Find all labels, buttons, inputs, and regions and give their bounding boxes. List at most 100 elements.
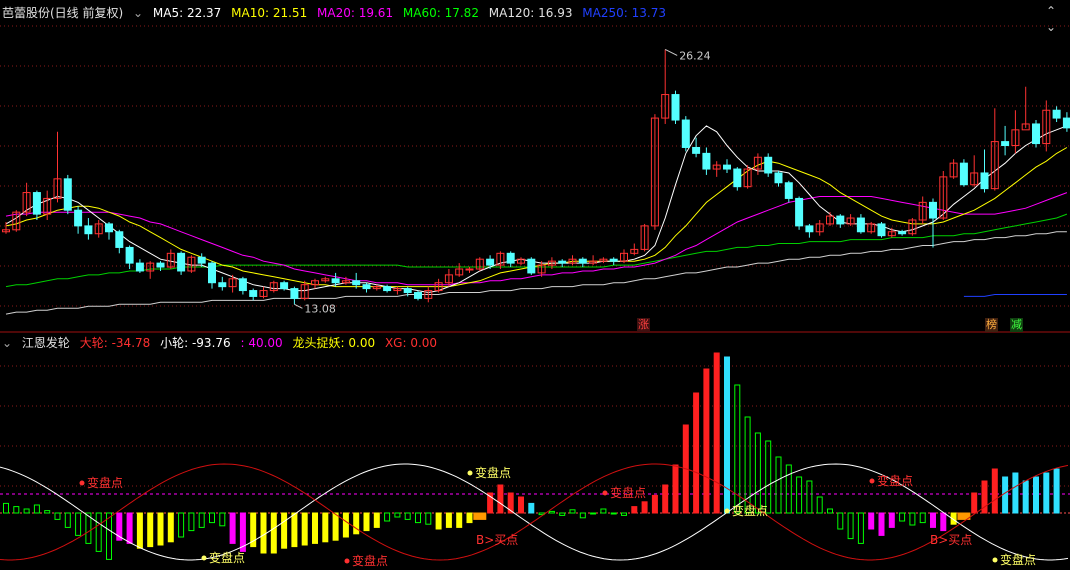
turn-point-label: 变盘点 — [610, 485, 646, 500]
indicator-bar — [75, 512, 82, 536]
candle-body — [1052, 109, 1061, 119]
candle-body — [671, 94, 680, 121]
indicator-bar — [662, 484, 669, 514]
indicator-bar — [579, 512, 586, 519]
stock-title[interactable]: 芭蕾股份(日线 前复权) — [2, 6, 123, 20]
indicator-bar — [44, 510, 51, 514]
indicator-bar — [930, 512, 936, 528]
turn-point-label-dot — [992, 557, 998, 563]
candle-body — [558, 260, 567, 264]
low-marker-label: 13.08 — [304, 302, 336, 315]
settings-dropdown-icon[interactable]: ⌄ — [133, 6, 143, 20]
indicator-threshold: : 40.00 — [240, 336, 283, 350]
indicator-bar — [806, 480, 813, 514]
candle-body — [74, 209, 83, 227]
indicator-bar — [919, 512, 926, 524]
indicator-bar — [353, 512, 360, 535]
candle-body — [331, 278, 340, 284]
candle-body — [249, 290, 258, 297]
candle-body — [506, 252, 515, 264]
indicator-bar — [909, 512, 916, 526]
indicator-bar — [641, 501, 648, 514]
indicator-bar — [631, 506, 638, 514]
candle-body — [238, 278, 247, 292]
indicator-bar — [1012, 472, 1019, 514]
indicator-menu-icon[interactable]: ⌄ — [2, 336, 12, 350]
indicator-bar — [404, 512, 411, 520]
indicator-bar — [188, 512, 195, 532]
indicator-bar — [971, 492, 978, 514]
indicator-bar — [363, 512, 370, 532]
ma250-line — [963, 294, 1067, 297]
candle-body — [63, 178, 72, 211]
indicator-bar — [693, 392, 700, 514]
indicator-bar — [991, 468, 998, 514]
indicator-bar — [332, 512, 339, 541]
indicator-bar — [816, 496, 823, 514]
collapse-up-icon[interactable]: ⌃ — [1046, 4, 1056, 18]
indicator-bar — [713, 352, 720, 514]
signal-rank[interactable]: 榜 — [985, 318, 998, 332]
indicator-bar — [3, 502, 9, 514]
indicator-bar — [600, 508, 607, 514]
signal-reduce[interactable]: 减 — [1010, 318, 1023, 332]
high-marker-label: 26.24 — [679, 49, 711, 62]
indicator-bar — [95, 512, 102, 552]
turn-point-label: 变盘点 — [87, 475, 123, 490]
indicator-bar — [785, 464, 792, 514]
indicator-bar — [229, 512, 236, 544]
indicator-bar — [126, 512, 133, 544]
ma120-label: MA120: 16.93 — [488, 6, 573, 20]
turn-point-label: 变盘点 — [352, 553, 388, 568]
candle-body — [486, 258, 495, 266]
candle-body — [1001, 141, 1010, 147]
buy-point-label: B>买点 — [930, 533, 972, 547]
indicator-header: ⌄ 江恩发轮 大轮: -34.78 小轮: -93.76 : 40.00 龙头捉… — [2, 334, 443, 352]
indicator-bar — [435, 512, 442, 530]
indicator-bar — [64, 512, 71, 528]
indicator-bar — [322, 512, 329, 543]
indicator-bar — [1022, 480, 1029, 514]
kline-chart[interactable]: 26.2413.08变盘点变盘点 变盘点变盘点变盘点变盘点变盘点变盘点B>买点 B>… — [0, 0, 1070, 570]
candle-body — [980, 172, 989, 190]
indicator-bar — [672, 464, 679, 514]
indicator-bar — [167, 512, 174, 543]
indicator-bar — [775, 456, 782, 514]
indicator-bar — [384, 512, 391, 522]
turn-point-label: 变盘点 — [877, 473, 913, 488]
candle-body — [177, 252, 186, 272]
signal-up[interactable]: 涨 — [637, 318, 650, 332]
indicator-bar — [1033, 476, 1039, 514]
turn-point-label-dot — [344, 558, 350, 564]
candle-body — [578, 258, 587, 264]
indicator-bar — [198, 512, 205, 528]
main-header: 芭蕾股份(日线 前复权) ⌄ MA5: 22.37 MA10: 21.51 MA… — [2, 4, 672, 22]
indicator-bar — [270, 512, 277, 554]
indicator-bar — [33, 504, 40, 514]
candle-body — [856, 217, 865, 233]
indicator-xg: XG: 0.00 — [384, 336, 438, 350]
turn-point-label-dot — [602, 490, 608, 496]
indicator-bar — [1002, 476, 1009, 514]
candle-body — [156, 262, 165, 268]
candle-body — [733, 168, 742, 188]
ma20-label: MA20: 19.61 — [317, 6, 394, 20]
candle-body — [784, 182, 793, 199]
candle-body — [774, 172, 783, 184]
indicator-bar — [518, 496, 524, 514]
indicator-bar — [425, 512, 432, 525]
candle-body — [125, 246, 134, 264]
turn-point-label: 变盘点 — [475, 465, 511, 480]
candle-body — [681, 119, 690, 148]
indicator-bar — [219, 512, 226, 527]
candle-body — [208, 262, 216, 284]
turn-point-label-dot — [869, 478, 875, 484]
indicator-name[interactable]: 江恩发轮 — [22, 336, 70, 350]
collapse-down-icon[interactable]: ⌄ — [1046, 20, 1056, 34]
candle-body — [403, 288, 412, 294]
candle-body — [465, 268, 474, 271]
indicator-bar — [445, 512, 452, 528]
indicator-bar — [106, 512, 112, 560]
indicator-bar — [528, 502, 535, 514]
turn-point-label: 变盘点 — [732, 503, 768, 518]
